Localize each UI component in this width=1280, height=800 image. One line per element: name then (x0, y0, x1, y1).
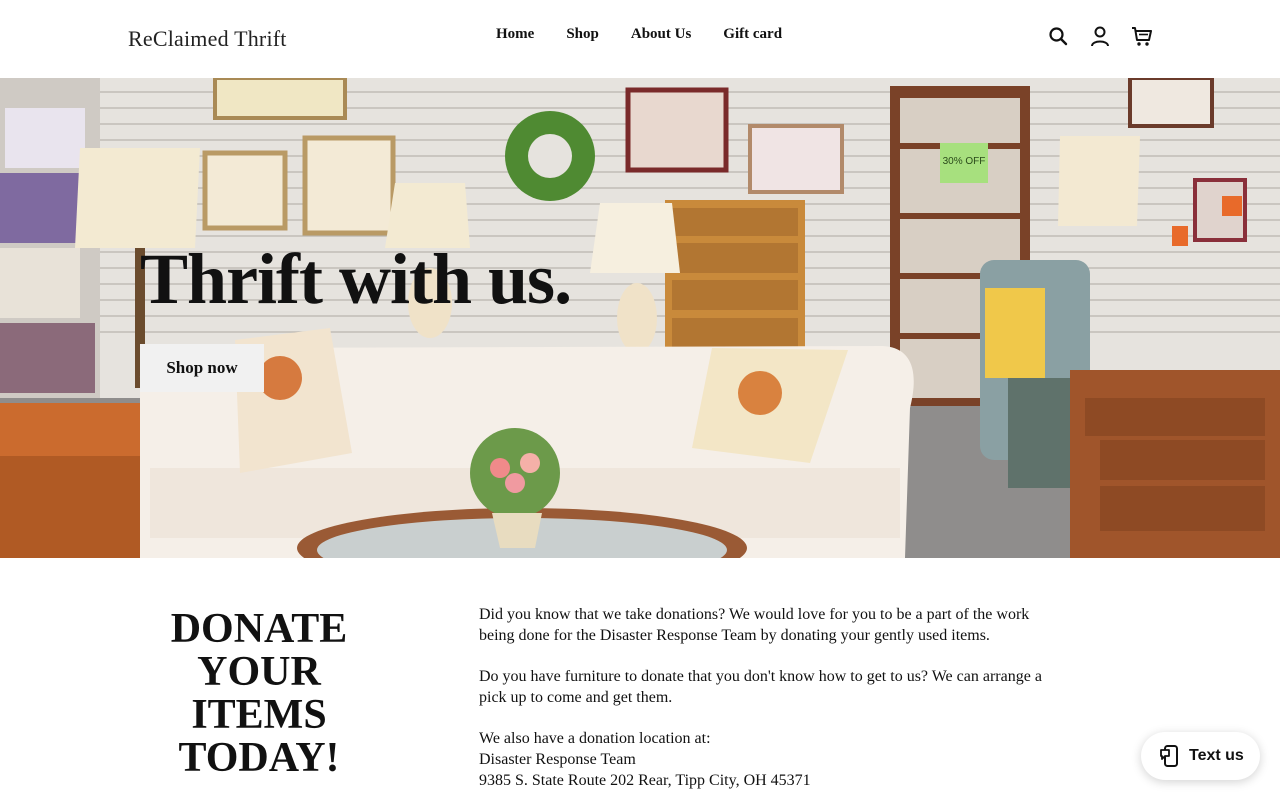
text-us-label: Text us (1189, 747, 1244, 764)
nav-about-us[interactable]: About Us (631, 26, 691, 43)
hero-title: Thrift with us. (140, 239, 572, 319)
donate-heading: DONATE YOUR ITEMS TODAY! (128, 608, 390, 780)
sale-sign-text: 30% OFF (943, 156, 986, 167)
account-icon[interactable] (1088, 24, 1112, 48)
brand-logo[interactable]: ReClaimed Thrift (128, 26, 287, 52)
address-line-1: We also have a donation location at: (479, 730, 711, 747)
donate-address: We also have a donation location at: Dis… (479, 728, 1049, 791)
nav-shop[interactable]: Shop (566, 26, 599, 43)
nav-home[interactable]: Home (496, 26, 534, 43)
text-message-icon (1160, 745, 1178, 767)
donate-text: Did you know that we take donations? We … (479, 604, 1049, 791)
address-line-3: 9385 S. State Route 202 Rear, Tipp City,… (479, 772, 811, 789)
hero-banner: 30% OFF Thrift with us. Shop now (0, 78, 1280, 558)
site-header: ReClaimed Thrift Home Shop About Us Gift… (0, 0, 1280, 78)
address-line-2: Disaster Response Team (479, 751, 636, 768)
nav-gift-card[interactable]: Gift card (723, 26, 782, 43)
search-icon[interactable] (1046, 24, 1070, 48)
donate-heading-line-2: YOUR ITEMS (191, 649, 327, 738)
donate-paragraph-2: Do you have furniture to donate that you… (479, 668, 1042, 706)
text-us-widget[interactable]: Text us (1141, 732, 1260, 780)
donate-paragraph-1: Did you know that we take donations? We … (479, 606, 1030, 644)
shop-now-button[interactable]: Shop now (140, 344, 264, 392)
main-nav: Home Shop About Us Gift card (496, 26, 782, 43)
donate-heading-line-3: TODAY! (178, 735, 340, 781)
header-actions (1046, 24, 1154, 48)
cart-icon[interactable] (1130, 24, 1154, 48)
donate-heading-line-1: DONATE (170, 606, 348, 652)
